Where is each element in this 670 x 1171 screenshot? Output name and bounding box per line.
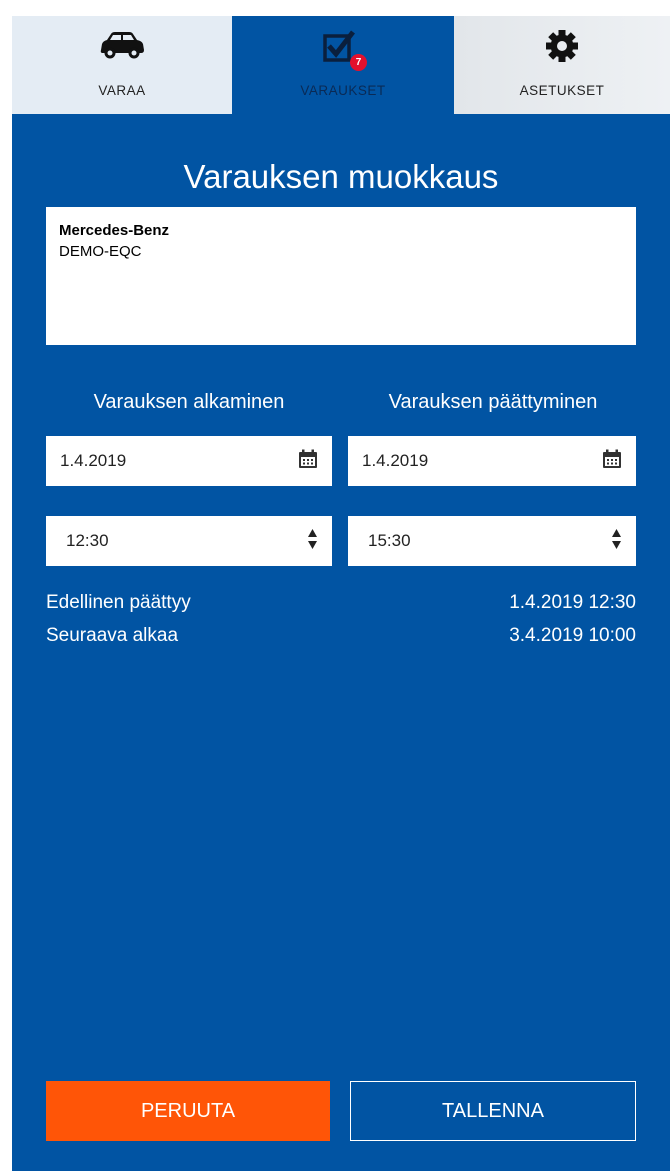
checkbox-icon: 7 [321, 30, 367, 71]
reservation-edit-panel: Varauksen muokkaus Mercedes-Benz DEMO-EQ… [12, 114, 670, 1171]
tab-varaa[interactable]: VARAA [12, 16, 232, 114]
cancel-button[interactable]: PERUUTA [46, 1081, 330, 1141]
page-title: Varauksen muokkaus [183, 158, 499, 195]
tab-bar: VARAA 7 VARAUKSET ASETUKSET [12, 16, 670, 114]
tab-varaukset[interactable]: 7 VARAUKSET [232, 16, 454, 114]
spinner-icon[interactable] [307, 528, 318, 555]
end-time-value: 15:30 [368, 531, 411, 550]
next-starts-value: 3.4.2019 10:00 [509, 625, 636, 646]
app-frame: VARAA 7 VARAUKSET ASETUKSET Varauksen mu… [12, 16, 670, 1171]
end-time-field[interactable]: 15:30 [348, 516, 636, 566]
previous-ends-label: Edellinen päättyy [46, 592, 191, 613]
vehicle-make: Mercedes-Benz [59, 222, 170, 239]
tab-asetukset-label: ASETUKSET [519, 83, 605, 98]
tab-varaa-label: VARAA [98, 83, 146, 98]
end-date-value: 1.4.2019 [362, 451, 429, 470]
start-label: Varauksen alkaminen [93, 391, 285, 413]
calendar-icon[interactable] [602, 449, 622, 474]
vehicle-info: Mercedes-Benz DEMO-EQC [46, 207, 636, 345]
previous-ends-value: 1.4.2019 12:30 [509, 592, 636, 613]
next-starts-label: Seuraava alkaa [46, 625, 179, 646]
tab-varaukset-label: VARAUKSET [300, 83, 386, 98]
start-time-field[interactable]: 12:30 [46, 516, 332, 566]
tab-asetukset[interactable]: ASETUKSET [454, 16, 670, 114]
start-date-field[interactable]: 1.4.2019 [46, 436, 332, 486]
start-date-value: 1.4.2019 [60, 451, 127, 470]
calendar-icon[interactable] [298, 449, 318, 474]
save-button[interactable]: TALLENNA [350, 1081, 636, 1141]
end-date-field[interactable]: 1.4.2019 [348, 436, 636, 486]
gear-icon [546, 30, 578, 67]
spinner-icon[interactable] [611, 528, 622, 555]
end-label: Varauksen päättyminen [388, 391, 598, 413]
car-icon [98, 30, 146, 65]
notification-badge: 7 [350, 54, 367, 71]
vehicle-model: DEMO-EQC [59, 243, 142, 260]
start-time-value: 12:30 [66, 531, 109, 550]
